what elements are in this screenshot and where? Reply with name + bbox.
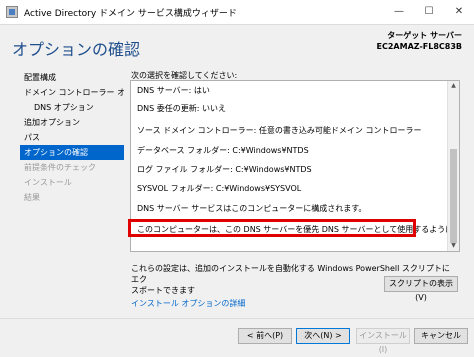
next-button[interactable]: 次へ(N) > [296,328,350,344]
page-title: オプションの確認 [12,40,141,59]
cancel-button[interactable]: キャンセル [414,328,468,344]
review-line: SYSVOL フォルダー: C:¥Windows¥SYSVOL [137,184,302,193]
scroll-down-arrow-icon[interactable]: ▼ [448,241,459,251]
nav-item-dc-options[interactable]: ドメイン コントローラー オプシ... [20,85,124,100]
review-line: データベース フォルダー: C:¥Windows¥NTDS [137,146,309,155]
wizard-nav: 配置構成 ドメイン コントローラー オプシ... DNS オプション 追加オプシ… [20,70,124,205]
nav-item-results: 結果 [24,193,40,202]
wizard-footer: < 前へ(P) 次へ(N) > インストール(I) キャンセル [0,318,474,354]
nav-item-deployment-config[interactable]: 配置構成 [20,70,124,85]
review-line: DNS サーバー サービスはこのコンピューターに構成されます。 [137,204,367,213]
nav-item-paths[interactable]: パス [20,130,124,145]
nav-item-prerequisites-check: 前提条件のチェック [24,163,96,172]
nav-item-dns-options[interactable]: DNS オプション [20,100,124,115]
maximize-button[interactable]: ☐ [414,0,444,24]
view-script-button[interactable]: スクリプトの表示(V) [384,276,458,302]
install-options-details-link[interactable]: インストール オプションの詳細 [131,298,245,309]
nav-item-review-options[interactable]: オプションの確認 [20,145,124,160]
review-scrollbar[interactable]: ▲ ▼ [447,81,459,251]
previous-button[interactable]: < 前へ(P) [238,328,292,344]
review-line: ソース ドメイン コントローラー: 任意の書き込み可能ドメイン コントローラー [137,126,422,135]
install-button: インストール(I) [356,328,410,354]
nav-item-installation: インストール [24,178,72,187]
review-line: DNS サーバー: はい [137,86,210,95]
scroll-thumb[interactable] [450,149,457,243]
target-server-label: ターゲット サーバー [387,31,462,40]
minimize-button[interactable]: — [384,0,414,24]
title-bar: Active Directory ドメイン サービス構成ウィザード — ☐ ✕ [0,0,474,25]
target-server-name: EC2AMAZ-FL8C83B [376,42,462,51]
app-icon [6,6,18,18]
nav-item-additional-options[interactable]: 追加オプション [20,115,124,130]
window-title: Active Directory ドメイン サービス構成ウィザード [24,9,237,19]
scroll-up-arrow-icon[interactable]: ▲ [448,81,459,91]
review-line: DNS 委任の更新: いいえ [137,104,227,113]
close-button[interactable]: ✕ [444,0,474,24]
highlight-annotation [128,219,416,237]
review-line: ログ ファイル フォルダー: C:¥Windows¥NTDS [137,165,312,174]
